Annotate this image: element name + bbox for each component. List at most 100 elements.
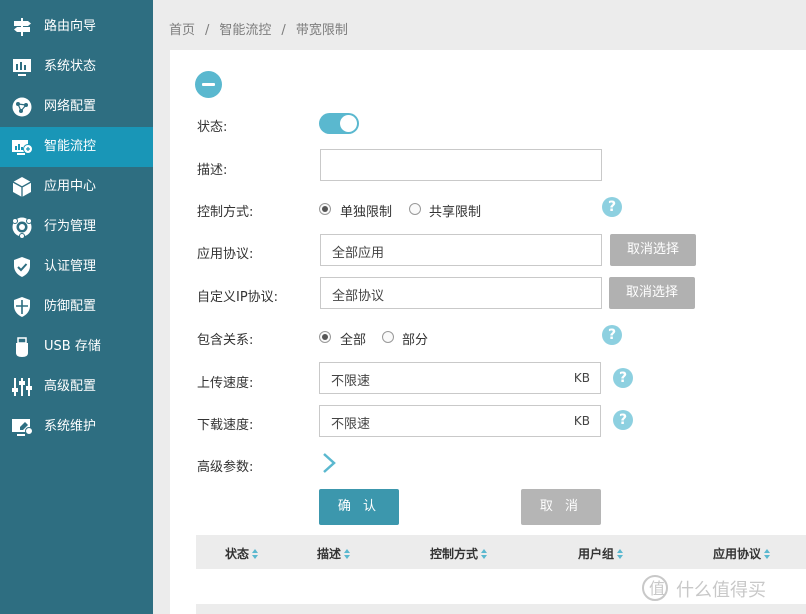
sidebar-item-label: 高级配置: [44, 379, 97, 394]
breadcrumb-section[interactable]: 智能流控: [219, 23, 271, 38]
help-icon[interactable]: ?: [613, 368, 633, 388]
cancel-button[interactable]: 取 消: [521, 489, 601, 525]
column-header-status[interactable]: 状态: [225, 545, 259, 562]
breadcrumb-home[interactable]: 首页: [169, 23, 195, 38]
svg-text:值: 值: [649, 579, 665, 598]
custom-ip-protocol-input[interactable]: 全部协议: [320, 277, 602, 309]
column-header-control-mode[interactable]: 控制方式: [430, 545, 488, 562]
column-header-label: 控制方式: [430, 547, 479, 561]
custom-ip-protocol-label: 自定义IP协议:: [197, 290, 279, 305]
help-icon[interactable]: ?: [602, 325, 622, 345]
status-toggle[interactable]: [319, 113, 359, 134]
sort-icon: [764, 549, 771, 560]
collapse-button[interactable]: [195, 71, 222, 98]
app-protocol-label: 应用协议:: [197, 247, 254, 262]
inclusion-partial-radio[interactable]: [382, 331, 394, 343]
advanced-params-label: 高级参数:: [197, 460, 254, 475]
app-protocol-value: 全部应用: [332, 246, 385, 261]
sidebar-item-label: 防御配置: [44, 299, 97, 314]
description-input[interactable]: [320, 149, 602, 181]
usb-icon: [16, 337, 28, 357]
table-footer: [196, 604, 806, 614]
control-mode-label: 控制方式:: [197, 205, 254, 220]
sidebar-item-label: USB 存储: [44, 339, 101, 354]
sort-icon: [481, 549, 488, 560]
watermark-logo-icon: 值: [642, 575, 668, 601]
column-header-app-protocol[interactable]: 应用协议: [713, 545, 771, 562]
help-icon[interactable]: ?: [613, 410, 633, 430]
upload-speed-value: 不限速: [331, 374, 371, 389]
download-speed-unit: KB: [573, 414, 590, 428]
flow-control-icon: [12, 140, 33, 155]
upload-speed-input[interactable]: 不限速 KB: [319, 362, 601, 394]
column-header-description[interactable]: 描述: [317, 545, 351, 562]
help-icon[interactable]: ?: [602, 197, 622, 217]
upload-speed-label: 上传速度:: [197, 376, 254, 391]
control-mode-shared-radio[interactable]: [409, 203, 421, 215]
custom-ip-protocol-deselect-button[interactable]: 取消选择: [609, 277, 695, 309]
table-header: 状态 描述 控制方式 用户组 应用协议: [196, 535, 806, 569]
sidebar-item-label: 路由向导: [44, 19, 97, 34]
sidebar-item-behavior-mgmt[interactable]: 行为管理: [0, 207, 153, 247]
control-mode-individual-radio[interactable]: [319, 203, 331, 215]
sidebar-item-label: 认证管理: [44, 259, 97, 274]
sort-icon: [617, 549, 624, 560]
sort-icon: [344, 549, 351, 560]
sidebar-item-label: 行为管理: [44, 219, 97, 234]
sidebar-item-system-maintenance[interactable]: 系统维护: [0, 407, 153, 447]
sidebar-item-app-center[interactable]: 应用中心: [0, 167, 153, 207]
cube-icon: [12, 177, 32, 197]
main-panel: [170, 50, 806, 614]
sidebar-item-advanced-config[interactable]: 高级配置: [0, 367, 153, 407]
shield-user-icon: [12, 217, 32, 238]
sidebar-item-auth-mgmt[interactable]: 认证管理: [0, 247, 153, 287]
sidebar-item-label: 系统状态: [44, 59, 97, 74]
sidebar-item-system-status[interactable]: 系统状态: [0, 47, 153, 87]
globe-icon: [12, 97, 32, 117]
upload-speed-unit: KB: [573, 371, 590, 385]
control-mode-shared-label[interactable]: 共享限制: [429, 201, 481, 220]
control-mode-individual-label[interactable]: 单独限制: [340, 201, 392, 220]
sidebar: 路由向导 系统状态 网络配置 智能流控 应用中心 行为管理 认证管理 防御配置 …: [0, 0, 153, 614]
column-header-label: 状态: [225, 547, 250, 561]
sidebar-item-label: 智能流控: [44, 139, 97, 154]
inclusion-all-label[interactable]: 全部: [340, 329, 366, 348]
shield-check-icon: [14, 257, 30, 277]
column-header-label: 应用协议: [713, 547, 762, 561]
status-label: 状态:: [197, 120, 228, 135]
sidebar-item-usb-storage[interactable]: USB 存储: [0, 327, 153, 367]
sidebar-item-network-config[interactable]: 网络配置: [0, 87, 153, 127]
watermark-text: 什么值得买: [676, 580, 766, 601]
monitor-icon: [13, 59, 31, 76]
app-protocol-deselect-button[interactable]: 取消选择: [610, 234, 696, 266]
sliders-icon: [12, 378, 32, 396]
chevron-right-icon[interactable]: [320, 452, 338, 474]
watermark: 值 什么值得买: [640, 572, 800, 604]
sidebar-item-smart-flow-control[interactable]: 智能流控: [0, 127, 153, 167]
download-speed-input[interactable]: 不限速 KB: [319, 405, 601, 437]
inclusion-all-radio[interactable]: [319, 331, 331, 343]
sidebar-item-label: 应用中心: [44, 179, 97, 194]
download-speed-label: 下载速度:: [197, 418, 254, 433]
breadcrumb: 首页 / 智能流控 / 带宽限制: [169, 19, 348, 38]
breadcrumb-separator: /: [281, 23, 286, 38]
sidebar-item-label: 系统维护: [44, 419, 97, 434]
signpost-icon: [14, 18, 31, 36]
sidebar-item-defense-config[interactable]: 防御配置: [0, 287, 153, 327]
confirm-button[interactable]: 确 认: [319, 489, 399, 525]
inclusion-label: 包含关系:: [197, 333, 254, 348]
breadcrumb-current: 带宽限制: [295, 23, 348, 38]
breadcrumb-separator: /: [205, 23, 210, 38]
inclusion-partial-label[interactable]: 部分: [402, 329, 428, 348]
custom-ip-protocol-value: 全部协议: [332, 289, 385, 304]
maintenance-icon: [12, 419, 33, 436]
sidebar-item-label: 网络配置: [44, 99, 97, 114]
column-header-label: 用户组: [578, 547, 615, 561]
app-protocol-input[interactable]: 全部应用: [320, 234, 602, 266]
description-label: 描述:: [197, 163, 228, 178]
sort-icon: [252, 549, 259, 560]
column-header-label: 描述: [317, 547, 342, 561]
sidebar-item-route-wizard[interactable]: 路由向导: [0, 7, 153, 47]
shield-icon: [14, 297, 30, 317]
column-header-user-group[interactable]: 用户组: [578, 545, 624, 562]
